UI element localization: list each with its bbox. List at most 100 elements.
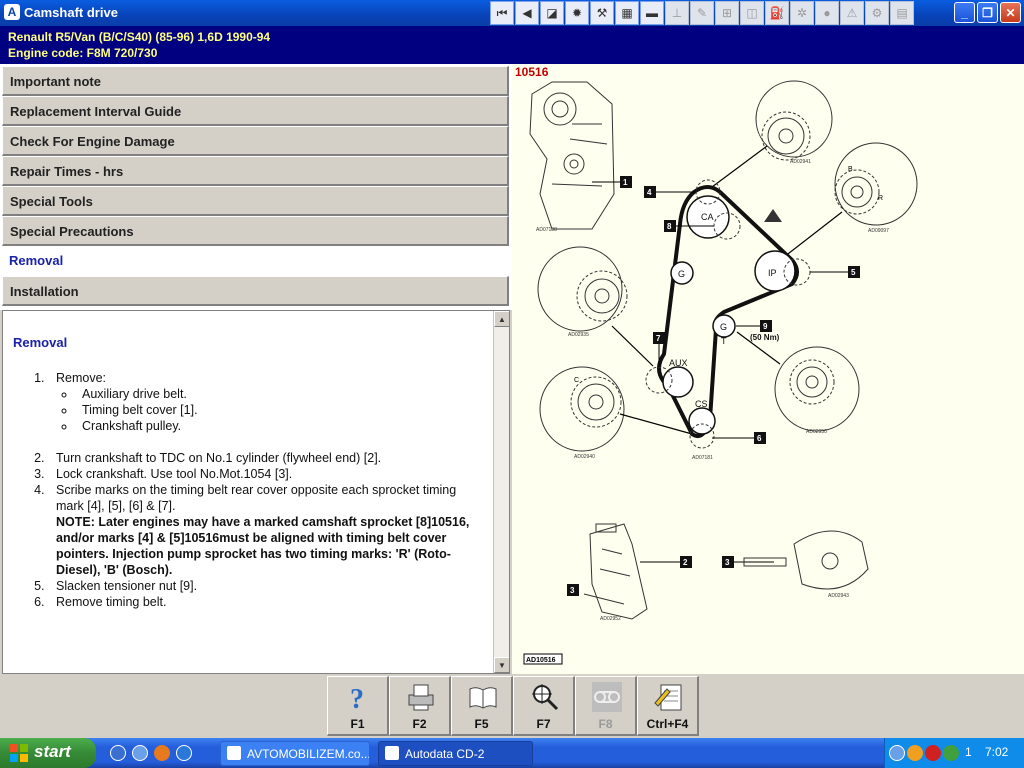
- help-button[interactable]: ? F1: [327, 676, 389, 736]
- function-key-bar: ? F1 F2 F5 F7 F8 Ctrl+F4: [0, 674, 1024, 738]
- vehicle-info-bar: Renault R5/Van (B/C/S40) (85-96) 1,6D 19…: [0, 26, 1024, 64]
- diagram-footer-code: AD10516: [526, 657, 556, 664]
- content-pane[interactable]: Removal Remove: Auxiliary drive belt. Ti…: [2, 310, 510, 674]
- media-player-icon[interactable]: [110, 745, 126, 761]
- firefox-icon[interactable]: [154, 745, 170, 761]
- svg-text:6: 6: [757, 434, 762, 443]
- roto-mark: R: [878, 195, 883, 202]
- list-item: Slacken tensioner nut [9].: [48, 578, 483, 594]
- task-autodata[interactable]: Autodata CD-2: [378, 741, 533, 766]
- gearbox-icon[interactable]: ⊞: [715, 1, 739, 25]
- fkey-label: F1: [350, 717, 365, 731]
- desktop-icon[interactable]: [132, 745, 148, 761]
- note-text: NOTE: Later engines may have a marked ca…: [56, 515, 470, 577]
- nav-item-installation[interactable]: Installation: [2, 276, 509, 306]
- toolbar: ⏮ ◀ ◪ ✹ ⚒ ▦ ▬ ⊥ ✎ ⊞ ◫ ⛽ ✲ ● ⚠ ⚙ ▤: [490, 1, 914, 25]
- engine-diagram-icon[interactable]: ◪: [540, 1, 564, 25]
- diagnostics-icon[interactable]: ▦: [615, 1, 639, 25]
- notes-button[interactable]: Ctrl+F4: [637, 676, 699, 736]
- title-bar[interactable]: A Camshaft drive ⏮ ◀ ◪ ✹ ⚒ ▦ ▬ ⊥ ✎ ⊞ ◫ ⛽ ✲ ● ⚠ ⚙ ▤ _ ❐ ✕: [0, 0, 1024, 26]
- task-browser[interactable]: AVTOMOBILIZEM.co...: [220, 741, 370, 766]
- callout-2: 2: [680, 556, 692, 568]
- tray-users-icon[interactable]: [943, 745, 959, 761]
- svg-text:5: 5: [851, 268, 856, 277]
- nav-item-important-note[interactable]: Important note: [2, 66, 509, 96]
- tray-app-icon[interactable]: [907, 745, 923, 761]
- nav-item-repair-times[interactable]: Repair Times - hrs: [2, 156, 509, 186]
- callout-6: 6: [754, 432, 766, 444]
- detail-code: AD02941: [790, 159, 811, 165]
- callout-1: 1: [620, 176, 632, 188]
- taskbar: start AVTOMOBILIZEM.co... Autodata CD-2 …: [0, 738, 1024, 768]
- back-icon[interactable]: ◀: [515, 1, 539, 25]
- engine-code: Engine code: F8M 720/730: [8, 46, 158, 60]
- notes-icon: [654, 684, 682, 711]
- document-icon[interactable]: ▤: [890, 1, 914, 25]
- aux-sprocket: [662, 366, 694, 398]
- belt-button[interactable]: F8: [575, 676, 637, 736]
- detail-code: AD09097: [868, 228, 889, 234]
- diagram-ref-number: 10516: [515, 65, 549, 79]
- tools-icon[interactable]: ⚒: [590, 1, 614, 25]
- callout-4: 4: [644, 186, 656, 198]
- tray-back-icon[interactable]: [889, 745, 905, 761]
- start-button[interactable]: start: [0, 738, 96, 768]
- callout-7: 7: [653, 332, 665, 344]
- svg-text:3: 3: [725, 558, 730, 567]
- restore-button[interactable]: ❐: [977, 2, 998, 23]
- fan-icon[interactable]: ✲: [790, 1, 814, 25]
- scroll-down-icon[interactable]: ▼: [494, 657, 509, 673]
- task-label: Autodata CD-2: [405, 747, 485, 761]
- svg-text:1: 1: [623, 178, 628, 187]
- car-icon[interactable]: ▬: [640, 1, 664, 25]
- start-label: start: [34, 742, 71, 761]
- brake-icon[interactable]: ◫: [740, 1, 764, 25]
- substeps-list: Auxiliary drive belt. Timing belt cover …: [76, 386, 483, 434]
- scroll-up-icon[interactable]: ▲: [494, 311, 509, 327]
- book-button[interactable]: F5: [451, 676, 513, 736]
- camshaft-drive-diagram: 10516 AD07188 AD02941 B R AD09097 AD0293…: [515, 65, 918, 665]
- callout-3a: 3: [567, 584, 579, 596]
- tensioner-label: T: [721, 336, 727, 346]
- nav-item-special-tools[interactable]: Special Tools: [2, 186, 509, 216]
- tensioner-detail: AD02950: [774, 346, 860, 435]
- svg-text:8: 8: [667, 222, 672, 231]
- fuel-icon[interactable]: ⛽: [765, 1, 789, 25]
- nav-item-replacement-interval[interactable]: Replacement Interval Guide: [2, 96, 509, 126]
- airbag-icon[interactable]: ●: [815, 1, 839, 25]
- fkey-label: Ctrl+F4: [646, 717, 689, 731]
- camshaft-detail: AD02941: [755, 80, 833, 165]
- aux-label: AUX: [669, 358, 688, 368]
- nav-item-special-precautions[interactable]: Special Precautions: [2, 216, 509, 246]
- close-button[interactable]: ✕: [1000, 2, 1021, 23]
- nav-item-engine-damage[interactable]: Check For Engine Damage: [2, 126, 509, 156]
- system-tray: 1 7:02: [884, 738, 1024, 768]
- crank-mark: C: [574, 377, 579, 384]
- ie-icon[interactable]: [176, 745, 192, 761]
- settings-wheel-icon[interactable]: ✹: [565, 1, 589, 25]
- printer-icon: [408, 684, 434, 711]
- list-item: Timing belt cover [1].: [76, 402, 483, 418]
- step-text: Scribe marks on the timing belt rear cov…: [56, 483, 457, 513]
- crankshaft-lock-detail: AD02952: [583, 523, 648, 622]
- fkey-label: F7: [536, 717, 551, 731]
- print-button[interactable]: F2: [389, 676, 451, 736]
- tray-number: 1: [965, 745, 972, 759]
- crank-tool-detail: AD02943: [743, 530, 869, 599]
- detail-code: AD02935: [568, 332, 589, 338]
- vehicle-model: Renault R5/Van (B/C/S40) (85-96) 1,6D 19…: [8, 30, 271, 44]
- minimize-button[interactable]: _: [954, 2, 975, 23]
- list-item: Turn crankshaft to TDC on No.1 cylinder …: [48, 450, 483, 466]
- idler-label: G: [678, 269, 685, 279]
- nav-item-removal[interactable]: Removal: [2, 246, 509, 276]
- fkey-label: F8: [598, 717, 613, 731]
- spanner-icon[interactable]: ✎: [690, 1, 714, 25]
- zoom-button[interactable]: F7: [513, 676, 575, 736]
- warning-icon[interactable]: ⚠: [840, 1, 864, 25]
- service-icon[interactable]: ⚙: [865, 1, 889, 25]
- first-page-icon[interactable]: ⏮: [490, 1, 514, 25]
- lift-icon[interactable]: ⊥: [665, 1, 689, 25]
- vertical-scrollbar[interactable]: ▲ ▼: [493, 311, 509, 673]
- crank-label: CS: [695, 399, 708, 409]
- tray-security-icon[interactable]: [925, 745, 941, 761]
